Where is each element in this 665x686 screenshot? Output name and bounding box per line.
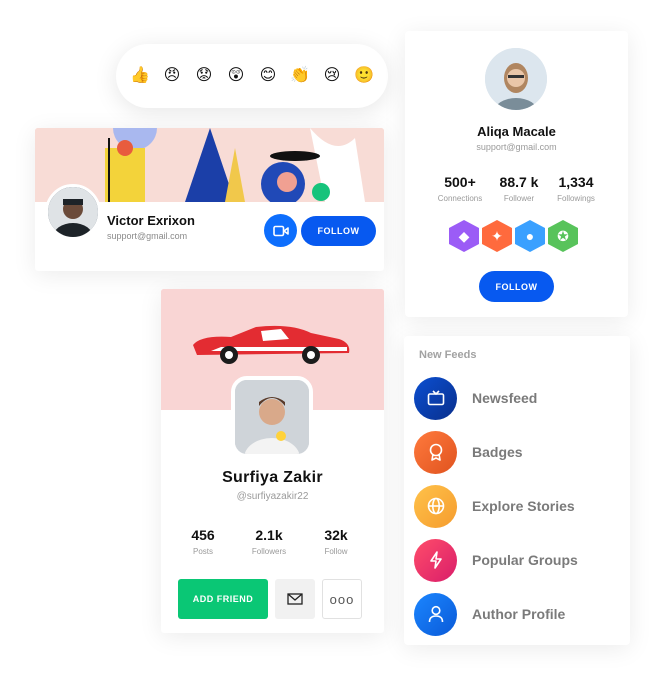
feed-item-label: Badges bbox=[472, 444, 523, 460]
smile-emoji-icon[interactable]: 🙂 bbox=[352, 64, 376, 88]
thumbs-up-emoji-icon[interactable]: 👍 bbox=[128, 64, 152, 88]
victor-email: support@gmail.com bbox=[107, 231, 188, 241]
worried-emoji-icon[interactable]: 😟 bbox=[192, 64, 216, 88]
reaction-bar: 👍 😠 😟 😲 😊 👏 😢 🙂 bbox=[116, 44, 388, 108]
victor-name: Victor Exrixon bbox=[107, 213, 195, 228]
feed-item-popular-groups[interactable]: Popular Groups bbox=[414, 538, 578, 582]
aliqa-email: support@gmail.com bbox=[476, 142, 557, 152]
clapping-emoji-icon[interactable]: 👏 bbox=[288, 64, 312, 88]
follow-stat: 32k Follow bbox=[301, 527, 371, 556]
new-feeds-card: New Feeds Newsfeed Badges Explore Storie… bbox=[404, 336, 630, 645]
feed-item-label: Newsfeed bbox=[472, 390, 538, 406]
person-avatar-icon bbox=[48, 187, 98, 237]
feed-item-label: Author Profile bbox=[472, 606, 566, 622]
surfiya-profile-card: Surfiya Zakir @surfiyazakir22 456 Posts … bbox=[161, 289, 384, 633]
envelope-icon bbox=[287, 593, 303, 605]
badge-list: ◆ ✦ ● ✪ bbox=[449, 220, 578, 252]
globe-icon bbox=[414, 484, 457, 528]
award-icon bbox=[414, 430, 457, 474]
feed-item-badges[interactable]: Badges bbox=[414, 430, 523, 474]
person-avatar-icon bbox=[485, 48, 547, 110]
more-options-button[interactable]: ooo bbox=[322, 579, 362, 619]
followings-stat: 1,334 Followings bbox=[541, 174, 611, 203]
stat-value: 456 bbox=[191, 527, 215, 543]
crying-emoji-icon[interactable]: 😢 bbox=[320, 64, 344, 88]
stat-label: Follow bbox=[324, 547, 348, 556]
fire-badge-icon[interactable]: ✦ bbox=[482, 220, 512, 252]
feed-item-label: Popular Groups bbox=[472, 552, 578, 568]
victor-avatar[interactable] bbox=[45, 184, 101, 240]
message-button[interactable] bbox=[275, 579, 315, 619]
first-place-badge-icon[interactable]: ✪ bbox=[548, 220, 578, 252]
victor-profile-card: Victor Exrixon support@gmail.com FOLLOW bbox=[35, 128, 384, 271]
lightning-icon bbox=[414, 538, 457, 582]
person-avatar-icon bbox=[235, 380, 309, 454]
surfiya-avatar[interactable] bbox=[231, 376, 313, 458]
diamond-badge-icon[interactable]: ◆ bbox=[449, 220, 479, 252]
user-icon bbox=[414, 592, 457, 636]
aliqa-name: Aliqa Macale bbox=[477, 124, 556, 139]
victor-follow-button[interactable]: FOLLOW bbox=[301, 216, 376, 246]
aliqa-avatar[interactable] bbox=[485, 48, 547, 110]
surfiya-handle: @surfiyazakir22 bbox=[236, 491, 309, 502]
stat-label: Followings bbox=[557, 194, 595, 203]
angry-emoji-icon[interactable]: 😠 bbox=[160, 64, 184, 88]
aliqa-profile-card: Aliqa Macale support@gmail.com 500+ Conn… bbox=[405, 31, 628, 317]
video-call-button[interactable] bbox=[264, 214, 297, 247]
tv-icon bbox=[414, 376, 457, 420]
video-camera-icon bbox=[272, 225, 289, 236]
aliqa-follow-button[interactable]: FOLLOW bbox=[479, 271, 554, 302]
feed-item-label: Explore Stories bbox=[472, 498, 575, 514]
feeds-title: New Feeds bbox=[419, 349, 477, 361]
feed-item-explore-stories[interactable]: Explore Stories bbox=[414, 484, 575, 528]
posts-stat: 456 Posts bbox=[168, 527, 238, 556]
surfiya-name: Surfiya Zakir bbox=[222, 469, 323, 486]
followers-stat: 2.1k Followers bbox=[234, 527, 304, 556]
feed-item-newsfeed[interactable]: Newsfeed bbox=[414, 376, 537, 420]
stat-label: Posts bbox=[192, 547, 213, 556]
stat-value: 1,334 bbox=[558, 174, 594, 190]
feed-item-author-profile[interactable]: Author Profile bbox=[414, 592, 565, 636]
stat-value: 32k bbox=[324, 527, 348, 543]
stat-value: 2.1k bbox=[255, 527, 283, 543]
add-friend-button[interactable]: ADD FRIEND bbox=[178, 579, 268, 619]
surprised-emoji-icon[interactable]: 😲 bbox=[224, 64, 248, 88]
smiling-emoji-icon[interactable]: 😊 bbox=[256, 64, 280, 88]
stat-label: Followers bbox=[251, 547, 287, 556]
medal-badge-icon[interactable]: ● bbox=[515, 220, 545, 252]
